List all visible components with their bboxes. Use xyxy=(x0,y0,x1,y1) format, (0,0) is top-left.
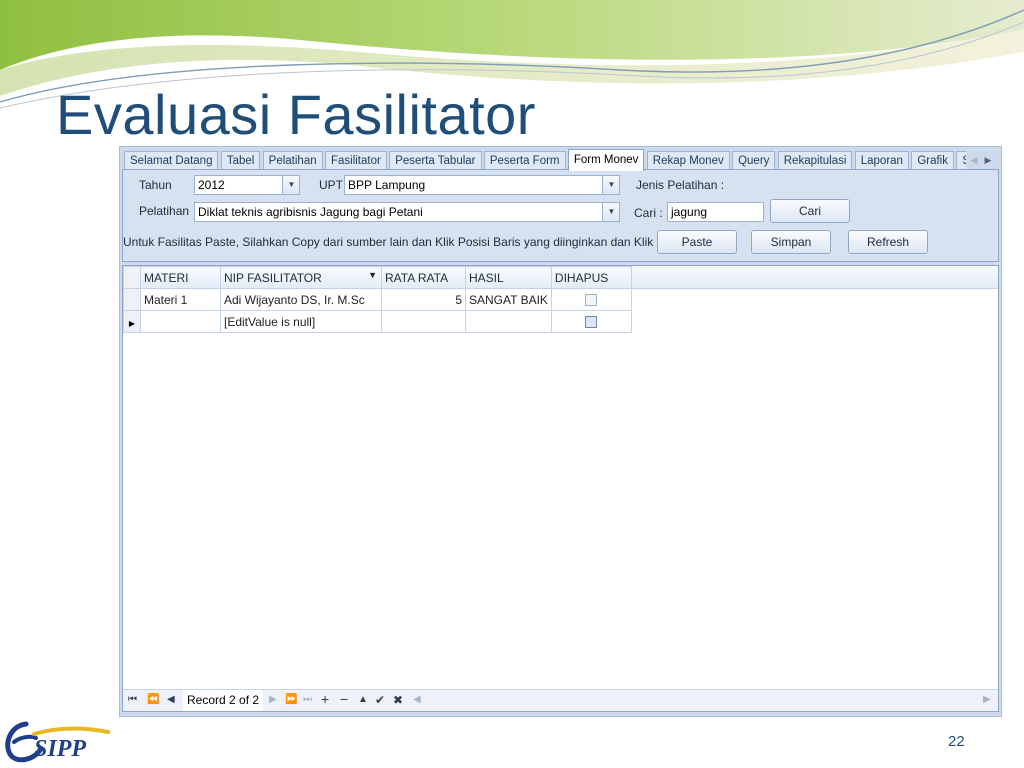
upt-label: UPT xyxy=(319,178,343,192)
cell-hasil[interactable]: SANGAT BAIK xyxy=(465,288,552,311)
cell-hasil[interactable] xyxy=(465,310,552,333)
upt-combobox[interactable]: BPP Lampung ▼ xyxy=(344,175,620,195)
dihapus-checkbox[interactable] xyxy=(585,294,598,307)
tab-form-monev[interactable]: Form Monev xyxy=(567,149,645,171)
page-number: 22 xyxy=(948,733,965,750)
slide-title: Evaluasi Fasilitator xyxy=(56,83,536,146)
cell-dihapus[interactable] xyxy=(550,288,632,311)
tab-tabel[interactable]: Tabel xyxy=(220,151,261,171)
column-header-materi[interactable]: MATERI xyxy=(140,266,221,289)
dihapus-checkbox[interactable] xyxy=(585,316,598,329)
cari-button[interactable]: Cari xyxy=(770,199,850,223)
tahun-value: 2012 xyxy=(198,178,225,192)
column-header-nip-fasilitator[interactable]: NIP FASILITATOR ▼ xyxy=(220,266,382,289)
prev-record-icon[interactable]: ◀ xyxy=(167,692,175,708)
scroll-right-icon[interactable]: ▶ xyxy=(983,692,991,708)
tab-pelatihan[interactable]: Pelatihan xyxy=(262,151,323,171)
cell-rata-rata[interactable] xyxy=(381,310,466,333)
tab-peserta-form[interactable]: Peserta Form xyxy=(483,151,566,171)
chevron-right-icon[interactable]: ▶ xyxy=(981,152,995,168)
logo-text: SIPP xyxy=(34,736,86,762)
paste-instruction: Untuk Fasilitas Paste, Silahkan Copy dar… xyxy=(123,235,688,249)
cancel-record-icon[interactable]: ✖ xyxy=(393,692,403,708)
grid-table: MATERI NIP FASILITATOR ▼ RATA RATA HASIL… xyxy=(123,266,632,333)
edit-record-icon[interactable]: ▲ xyxy=(358,692,368,708)
column-header-hasil[interactable]: HASIL xyxy=(465,266,552,289)
jenis-pelatihan-label: Jenis Pelatihan : xyxy=(636,178,725,192)
tab-rekapitulasi[interactable]: Rekapitulasi xyxy=(777,151,853,171)
table-row[interactable]: ▶ [EditValue is null] xyxy=(123,310,632,333)
next-record-icon[interactable]: ▶ xyxy=(269,692,277,708)
save-record-icon[interactable]: ✔ xyxy=(375,692,385,708)
next-page-icon[interactable]: ⏩ xyxy=(285,692,297,708)
row-pointer-icon: ▶ xyxy=(128,318,136,328)
tab-grafik[interactable]: Grafik xyxy=(911,151,954,171)
tab-fasilitator[interactable]: Fasilitator xyxy=(324,151,387,171)
esipp-logo: SIPP xyxy=(5,721,110,763)
grid-header-row: MATERI NIP FASILITATOR ▼ RATA RATA HASIL… xyxy=(123,266,632,289)
last-record-icon[interactable]: ⏭ xyxy=(303,692,312,708)
paste-button[interactable]: Paste xyxy=(657,230,737,254)
row-indicator-header xyxy=(123,266,141,289)
simpan-button[interactable]: Simpan xyxy=(751,230,831,254)
tab-scroll: ◀ ▶ xyxy=(967,152,997,168)
delete-record-icon[interactable]: − xyxy=(340,691,348,707)
tahun-label: Tahun xyxy=(139,178,172,192)
scroll-left-icon[interactable]: ◀ xyxy=(413,692,421,708)
cell-materi[interactable]: Materi 1 xyxy=(140,288,221,311)
table-row[interactable]: Materi 1 Adi Wijayanto DS, Ir. M.Sc 5 SA… xyxy=(123,288,632,311)
cari-label: Cari : xyxy=(634,206,663,220)
data-grid: MATERI NIP FASILITATOR ▼ RATA RATA HASIL… xyxy=(122,265,999,712)
column-header-rata-rata[interactable]: RATA RATA xyxy=(381,266,466,289)
filter-icon[interactable]: ▼ xyxy=(368,270,377,280)
record-counter: Record 2 of 2 xyxy=(183,690,264,711)
prev-page-icon[interactable]: ⏪ xyxy=(147,692,159,708)
cell-fasilitator[interactable]: Adi Wijayanto DS, Ir. M.Sc xyxy=(220,288,382,311)
chevron-down-icon[interactable]: ▼ xyxy=(602,203,619,221)
chevron-down-icon[interactable]: ▼ xyxy=(602,176,619,194)
tab-selamat-datang[interactable]: Selamat Datang xyxy=(124,151,219,171)
cell-materi[interactable] xyxy=(140,310,221,333)
grid-header-empty xyxy=(628,266,998,289)
cell-rata-rata[interactable]: 5 xyxy=(381,288,466,311)
row-indicator[interactable]: ▶ xyxy=(123,310,141,333)
tab-laporan[interactable]: Laporan xyxy=(854,151,909,171)
chevron-down-icon[interactable]: ▼ xyxy=(282,176,299,194)
first-record-icon[interactable]: ⏮ xyxy=(128,692,137,708)
pelatihan-combobox[interactable]: Diklat teknis agribisnis Jagung bagi Pet… xyxy=(194,202,620,222)
cari-input[interactable]: jagung xyxy=(667,202,764,222)
column-header-dihapus[interactable]: DIHAPUS xyxy=(550,266,632,289)
tab-strip: Selamat Datang Tabel Pelatihan Fasilitat… xyxy=(124,149,997,171)
refresh-button[interactable]: Refresh xyxy=(848,230,928,254)
tab-peserta-tabular[interactable]: Peserta Tabular xyxy=(389,151,482,171)
tab-query[interactable]: Query xyxy=(732,151,776,171)
application-window: Selamat Datang Tabel Pelatihan Fasilitat… xyxy=(119,146,1002,717)
tahun-combobox[interactable]: 2012 ▼ xyxy=(194,175,300,195)
record-navigator: ⏮ ⏪ ◀ Record 2 of 2 ▶ ⏩ ⏭ + − ▲ ✔ ✖ ◀ ▶ xyxy=(123,689,998,711)
tabs: Selamat Datang Tabel Pelatihan Fasilitat… xyxy=(124,149,966,171)
pelatihan-label: Pelatihan xyxy=(139,204,190,218)
pelatihan-value: Diklat teknis agribisnis Jagung bagi Pet… xyxy=(198,205,423,219)
cell-fasilitator[interactable]: [EditValue is null] xyxy=(220,310,382,333)
tab-sinkro[interactable]: Sinkro xyxy=(956,151,966,171)
chevron-left-icon[interactable]: ◀ xyxy=(967,152,981,168)
upt-value: BPP Lampung xyxy=(348,178,426,192)
column-header-label: NIP FASILITATOR xyxy=(224,270,322,285)
row-indicator[interactable] xyxy=(123,288,141,311)
add-record-icon[interactable]: + xyxy=(321,691,329,707)
tab-rekap-monev[interactable]: Rekap Monev xyxy=(646,151,730,171)
cell-dihapus[interactable] xyxy=(550,310,632,333)
form-panel: Tahun 2012 ▼ UPT BPP Lampung ▼ Jenis Pel… xyxy=(122,169,999,262)
